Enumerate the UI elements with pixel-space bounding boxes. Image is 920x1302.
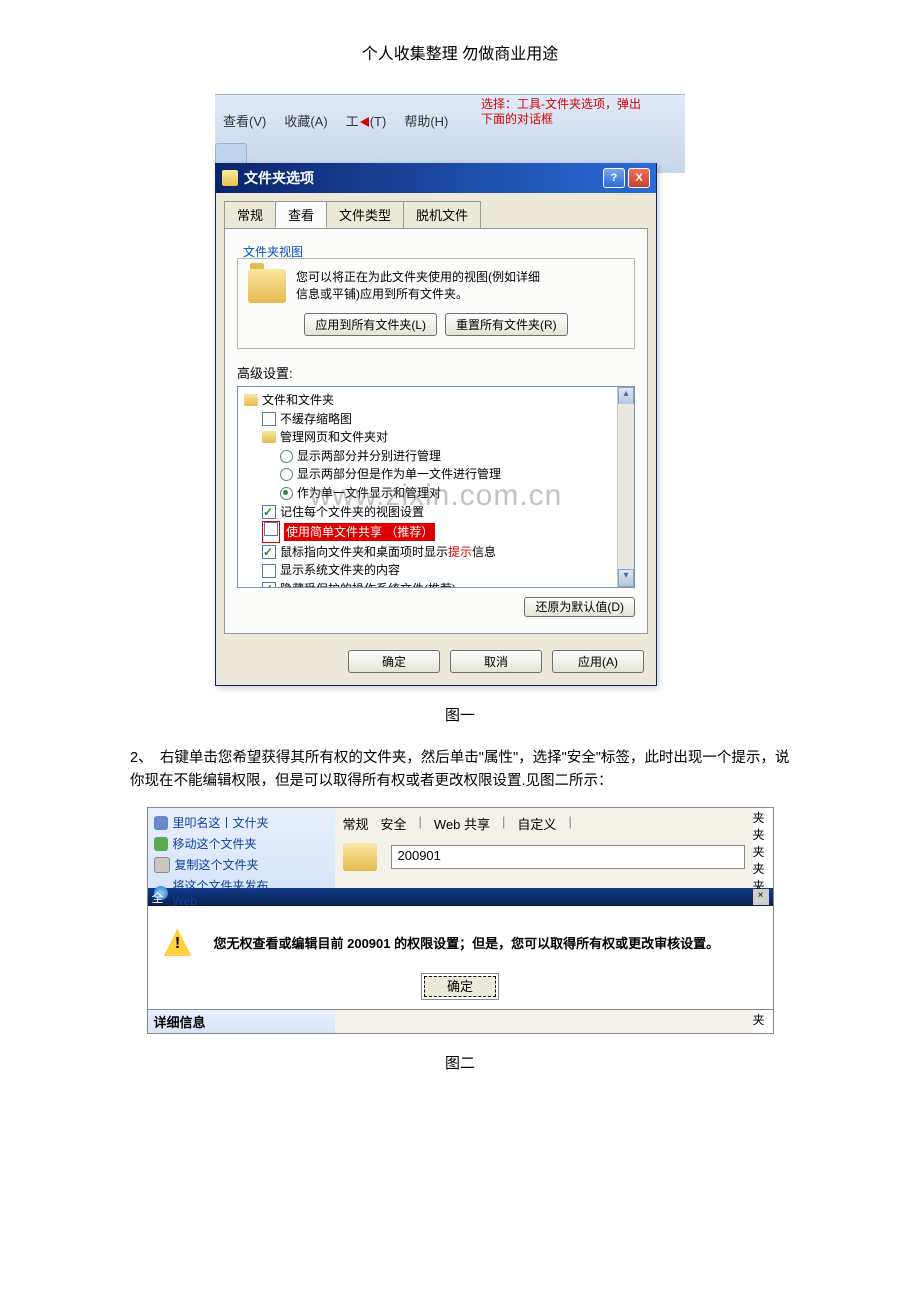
- annotation-highlight-box: [262, 521, 280, 543]
- folder-icon: [343, 843, 377, 871]
- advanced-settings-label: 高级设置:: [237, 363, 635, 382]
- copy-icon: [154, 857, 170, 873]
- tree-radio[interactable]: 显示两部分但是作为单一文件进行管理: [244, 465, 616, 484]
- tab-offline[interactable]: 脱机文件: [403, 201, 481, 228]
- page-header: 个人收集整理 勿做商业用途: [130, 40, 790, 64]
- menu-help[interactable]: 帮助(H): [404, 111, 448, 130]
- close-button[interactable]: X: [628, 168, 650, 188]
- apply-to-all-folders-button[interactable]: 应用到所有文件夹(L): [304, 313, 437, 336]
- ok-button[interactable]: 确定: [348, 650, 440, 673]
- figure-2-caption: 图二: [130, 1052, 790, 1073]
- properties-pane: 常规 安全 | Web 共享 | 自定义 | 200901: [335, 808, 753, 888]
- folder-icon: [262, 431, 276, 443]
- menu-favorites[interactable]: 收藏(A): [284, 111, 327, 130]
- rename-icon: [154, 816, 168, 830]
- folder-views-group: 您可以将正在为此文件夹使用的视图(例如详细 信息或平铺)应用到所有文件夹。 应用…: [237, 258, 635, 349]
- security-title: 全: [152, 889, 164, 906]
- tree-radio[interactable]: 作为单一文件显示和管理对: [244, 484, 616, 503]
- folder-views-icon: [248, 269, 286, 303]
- tab-view[interactable]: 查看: [275, 201, 327, 228]
- radio-icon[interactable]: [280, 487, 293, 500]
- prop-tab-general[interactable]: 常规: [343, 814, 369, 833]
- tree-item-simple-sharing[interactable]: 使用简单文件共享 （推荐）: [244, 521, 616, 543]
- tree-item[interactable]: 不缓存缩略图: [244, 410, 616, 429]
- prop-tab-custom[interactable]: 自定义: [517, 814, 556, 833]
- folder-icon: [244, 394, 258, 406]
- task-copy[interactable]: 复制这个文件夹: [154, 854, 329, 875]
- prop-tab-web-share[interactable]: Web 共享: [434, 814, 490, 833]
- checkbox-icon[interactable]: [262, 545, 276, 559]
- tab-file-types[interactable]: 文件类型: [326, 201, 404, 228]
- dialog-title: 文件夹选项: [244, 168, 603, 188]
- annotation-callout-1: 选择：工具-文件夹选项，弹出 下面的对话框: [481, 97, 685, 127]
- folder-icon: [222, 170, 238, 186]
- right-strip-bottom: 夹: [753, 1010, 773, 1033]
- task-publish-web[interactable]: 将这个文件夹发布Web: [154, 875, 329, 910]
- folder-views-group-label: 文件夹视图: [243, 245, 303, 259]
- reset-all-folders-button[interactable]: 重置所有文件夹(R): [445, 313, 568, 336]
- figure-1: 查看(V) 收藏(A) 工(T) 帮助(H) 选择：工具-文件夹选项，弹出 下面…: [215, 94, 685, 686]
- task-move[interactable]: 移动这个文件夹: [154, 833, 329, 854]
- right-strip: 夹 夹 夹 夹 夹: [753, 808, 773, 888]
- tree-folder: 管理网页和文件夹对: [244, 428, 616, 447]
- help-button[interactable]: ?: [603, 168, 625, 188]
- checkbox-icon[interactable]: [262, 412, 276, 426]
- checkbox-icon[interactable]: [264, 522, 278, 536]
- checkbox-icon[interactable]: [262, 505, 276, 519]
- dialog-titlebar: 文件夹选项 ? X: [216, 163, 656, 193]
- apply-button[interactable]: 应用(A): [552, 650, 644, 673]
- move-icon: [154, 837, 168, 851]
- explorer-menubar: 查看(V) 收藏(A) 工(T) 帮助(H) 选择：工具-文件夹选项，弹出 下面…: [215, 94, 685, 173]
- prop-tab-security[interactable]: 安全: [381, 814, 407, 833]
- permission-message-text: 您无权查看或编辑目前 200901 的权限设置；但是，您可以取得所有权或更改审核…: [214, 933, 720, 952]
- folder-views-text: 您可以将正在为此文件夹使用的视图(例如详细 信息或平铺)应用到所有文件夹。: [296, 269, 540, 303]
- menu-tools[interactable]: 工(T): [346, 111, 387, 130]
- scrollbar[interactable]: ▴ ▾: [617, 387, 634, 587]
- scroll-down-icon[interactable]: ▾: [618, 569, 634, 587]
- paragraph-step-2: 2、 右键单击您希望获得其所有权的文件夹，然后单击"属性"，选择"安全"标签，此…: [130, 747, 790, 793]
- tree-item[interactable]: 记住每个文件夹的视图设置: [244, 503, 616, 522]
- tree-item[interactable]: 鼠标指向文件夹和桌面项时显示提示信息: [244, 543, 616, 562]
- menu-view[interactable]: 查看(V): [223, 111, 266, 130]
- advanced-settings-tree[interactable]: 文件和文件夹 不缓存缩略图 管理网页和文件夹对 显示两部分并分别进行管理 显示两…: [237, 386, 635, 588]
- checkbox-icon[interactable]: [262, 564, 276, 578]
- restore-defaults-button[interactable]: 还原为默认值(D): [524, 597, 635, 617]
- warning-icon: [164, 928, 192, 956]
- figure-1-caption: 图一: [130, 704, 790, 725]
- figure-2: 里叩名这丨文什夹 移动这个文件夹 复制这个文件夹 将这个文件夹发布Web 常规 …: [147, 807, 774, 1034]
- checkbox-icon[interactable]: [262, 582, 276, 588]
- radio-icon[interactable]: [280, 468, 293, 481]
- tree-folder-root: 文件和文件夹: [244, 391, 616, 410]
- radio-icon[interactable]: [280, 450, 293, 463]
- ok-button[interactable]: 确定: [424, 976, 496, 997]
- task-rename[interactable]: 里叩名这丨文什夹: [154, 812, 329, 833]
- scroll-up-icon[interactable]: ▴: [618, 387, 634, 405]
- explorer-tasks-pane: 里叩名这丨文什夹 移动这个文件夹 复制这个文件夹 将这个文件夹发布Web: [148, 808, 335, 888]
- tab-general[interactable]: 常规: [224, 201, 276, 228]
- folder-name-input[interactable]: 200901: [391, 845, 745, 869]
- folder-options-dialog: 文件夹选项 ? X 常规 查看 文件类型 脱机文件 文件夹视图: [215, 163, 657, 686]
- detail-info-label: 详细信息: [148, 1010, 335, 1033]
- close-icon[interactable]: ×: [753, 889, 769, 905]
- annotation-arrow-icon: [360, 117, 369, 127]
- tree-item[interactable]: 隐藏受保护的操作系统文件(推荐): [244, 580, 616, 588]
- tree-item[interactable]: 显示系统文件夹的内容: [244, 561, 616, 580]
- permission-message-box: 您无权查看或编辑目前 200901 的权限设置；但是，您可以取得所有权或更改审核…: [148, 906, 773, 1009]
- tree-radio[interactable]: 显示两部分并分别进行管理: [244, 447, 616, 466]
- cancel-button[interactable]: 取消: [450, 650, 542, 673]
